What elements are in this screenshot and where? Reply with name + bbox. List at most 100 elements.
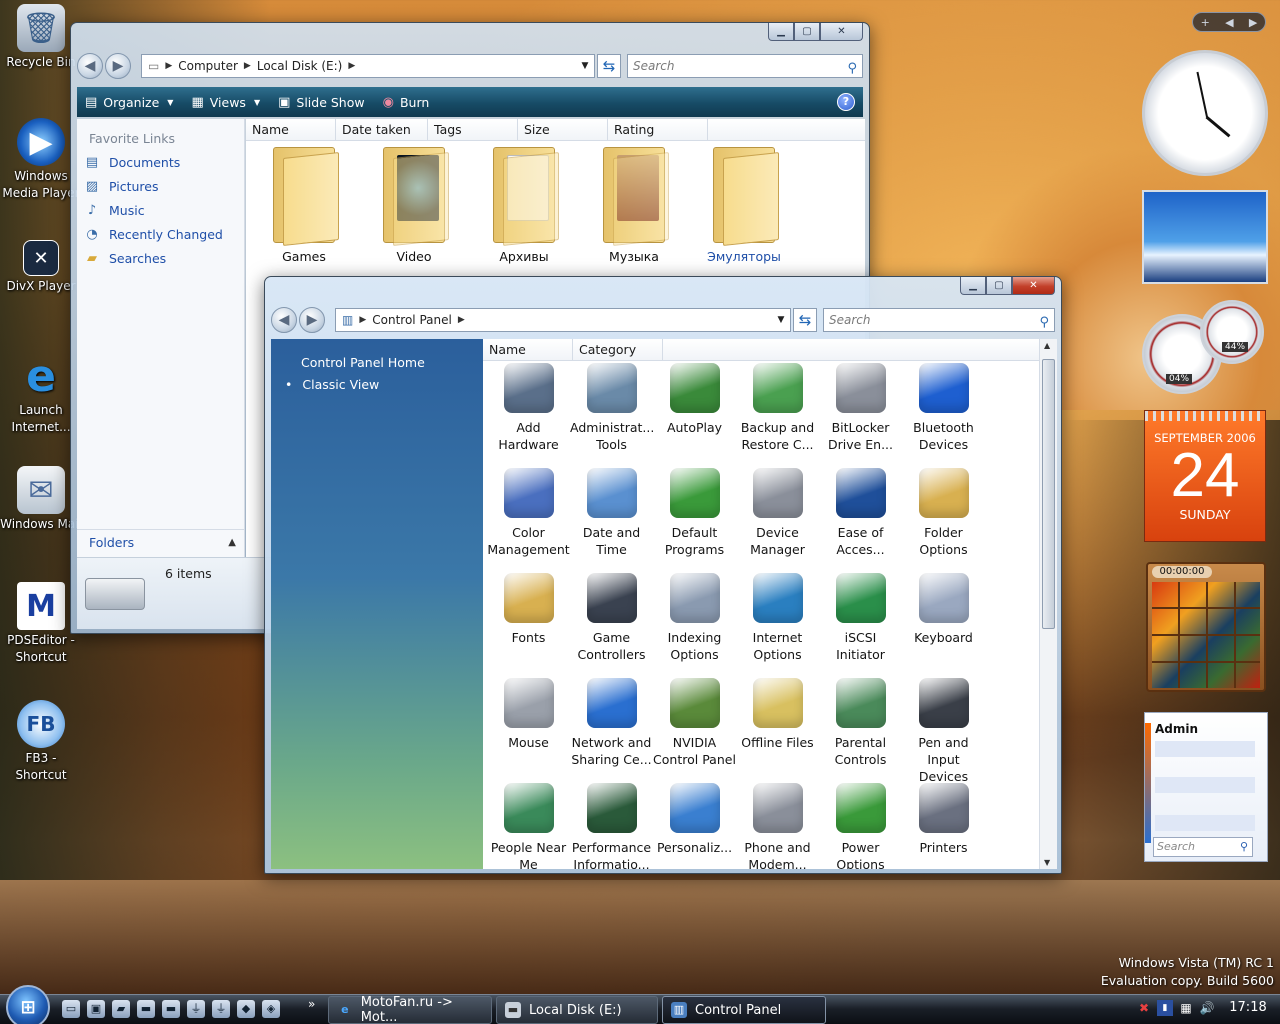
next-icon[interactable]: ▶: [1249, 16, 1257, 29]
column-header-name[interactable]: Name: [483, 339, 573, 360]
taskbar-button-control-panel[interactable]: ▥ Control Panel: [662, 996, 826, 1024]
control-panel-item[interactable]: Folder Options: [902, 468, 985, 558]
cpu-meter-gadget[interactable]: 04% 44%: [1142, 300, 1268, 396]
burn-button[interactable]: ◉ Burn: [383, 95, 430, 110]
quick-launch-drive-icon[interactable]: ▬: [137, 1000, 155, 1018]
control-panel-item[interactable]: Printers: [902, 783, 985, 856]
control-panel-item[interactable]: NVIDIA Control Panel: [653, 678, 736, 768]
contact-row[interactable]: [1155, 777, 1255, 793]
quick-launch-app-icon[interactable]: ◈: [262, 1000, 280, 1018]
organize-button[interactable]: ▤ Organize ▼: [85, 95, 173, 110]
control-panel-item[interactable]: iSCSI Initiator: [819, 573, 902, 663]
search-icon[interactable]: ⚲: [847, 58, 857, 80]
column-header-tags[interactable]: Tags: [428, 119, 518, 140]
quick-launch-drive-icon[interactable]: ▬: [162, 1000, 180, 1018]
vertical-scrollbar[interactable]: ▲ ▼: [1039, 339, 1057, 869]
control-panel-item[interactable]: Backup and Restore C...: [736, 363, 819, 453]
column-header-size[interactable]: Size: [518, 119, 608, 140]
control-panel-item[interactable]: Device Manager: [736, 468, 819, 558]
control-panel-item[interactable]: Internet Options: [736, 573, 819, 663]
control-panel-item[interactable]: Performance Informatio...: [570, 783, 653, 869]
minimize-button[interactable]: ▁: [768, 23, 794, 41]
control-panel-home-link[interactable]: Control Panel Home: [301, 355, 425, 370]
taskbar-button-local-disk[interactable]: ▬ Local Disk (E:): [496, 996, 658, 1024]
favorite-link-recently-changed[interactable]: ◔ Recently Changed: [77, 222, 244, 246]
control-panel-item[interactable]: Game Controllers: [570, 573, 653, 663]
refresh-icon[interactable]: ⇆: [793, 308, 817, 332]
contacts-search-input[interactable]: Search ⚲: [1153, 837, 1253, 857]
column-header-rating[interactable]: Rating: [608, 119, 708, 140]
maximize-button[interactable]: ▢: [986, 277, 1012, 295]
control-panel-item[interactable]: Bluetooth Devices: [902, 363, 985, 453]
language-icon[interactable]: ▮: [1157, 1000, 1173, 1016]
show-desktop-icon[interactable]: ▭: [62, 1000, 80, 1018]
minimize-button[interactable]: ▁: [960, 277, 986, 295]
quick-launch-usb-icon[interactable]: ⏚: [187, 1000, 205, 1018]
control-panel-item[interactable]: Mouse: [487, 678, 570, 751]
help-icon[interactable]: ?: [837, 93, 855, 111]
folder-item[interactable]: Video: [364, 147, 464, 264]
folder-item[interactable]: Музыка: [584, 147, 684, 264]
control-panel-item[interactable]: Date and Time: [570, 468, 653, 558]
taskbar-button-browser[interactable]: e MotoFan.ru -> Mot...: [328, 995, 492, 1024]
favorite-link-music[interactable]: ♪ Music: [77, 198, 244, 222]
switch-windows-icon[interactable]: ▣: [87, 1000, 105, 1018]
calendar-gadget[interactable]: SEPTEMBER 2006 24 SUNDAY: [1144, 410, 1266, 542]
control-panel-item[interactable]: Parental Controls: [819, 678, 902, 768]
column-header-date-taken[interactable]: Date taken: [336, 119, 428, 140]
scroll-up-icon[interactable]: ▲: [1044, 341, 1050, 350]
explorer-search-input[interactable]: Search ⚲: [627, 54, 863, 78]
scroll-down-icon[interactable]: ▼: [1044, 858, 1050, 867]
folder-item[interactable]: Games: [254, 147, 354, 264]
previous-icon[interactable]: ◀: [1225, 16, 1233, 29]
contacts-gadget[interactable]: Admin Search ⚲: [1144, 712, 1268, 862]
control-panel-address-bar[interactable]: ▥ ▶ Control Panel ▶ ▼: [335, 308, 791, 332]
control-panel-window[interactable]: ▁ ▢ ✕ ◀ ▶ ▥ ▶ Control Panel ▶ ▼ ⇆ Search…: [264, 276, 1062, 874]
contact-row[interactable]: [1155, 741, 1255, 757]
control-panel-item[interactable]: Phone and Modem...: [736, 783, 819, 869]
folders-toggle[interactable]: Folders ▲: [77, 529, 244, 555]
control-panel-item[interactable]: Fonts: [487, 573, 570, 646]
slideshow-gadget[interactable]: [1142, 190, 1268, 284]
quick-launch-usb-icon[interactable]: ⏚: [212, 1000, 230, 1018]
contact-row[interactable]: [1155, 815, 1255, 831]
favorite-link-pictures[interactable]: ▨ Pictures: [77, 174, 244, 198]
add-gadget-icon[interactable]: +: [1201, 16, 1210, 29]
control-panel-item[interactable]: Indexing Options: [653, 573, 736, 663]
control-panel-search-input[interactable]: Search ⚲: [823, 308, 1055, 332]
quick-launch-overflow-icon[interactable]: »: [308, 997, 315, 1011]
column-header-name[interactable]: Name: [246, 119, 336, 140]
clock-gadget[interactable]: [1142, 50, 1268, 176]
control-panel-item[interactable]: Pen and Input Devices: [902, 678, 985, 785]
network-icon[interactable]: ▦: [1178, 1000, 1194, 1016]
security-alert-icon[interactable]: ✖: [1136, 1000, 1152, 1016]
forward-button[interactable]: ▶: [299, 307, 325, 333]
control-panel-item[interactable]: Color Management: [487, 468, 570, 558]
clock[interactable]: 17:18: [1228, 1000, 1268, 1016]
forward-button[interactable]: ▶: [105, 53, 131, 79]
folder-item[interactable]: Эмуляторы: [694, 147, 794, 264]
control-panel-item[interactable]: Offline Files: [736, 678, 819, 751]
quick-launch-folder-icon[interactable]: ▰: [112, 1000, 130, 1018]
search-icon[interactable]: ⚲: [1240, 838, 1248, 856]
control-panel-item[interactable]: Add Hardware: [487, 363, 570, 453]
control-panel-item[interactable]: Personaliz...: [653, 783, 736, 856]
slideshow-button[interactable]: ▣ Slide Show: [278, 95, 365, 110]
control-panel-item[interactable]: Keyboard: [902, 573, 985, 646]
maximize-button[interactable]: ▢: [794, 23, 820, 41]
quick-launch-app-icon[interactable]: ◆: [237, 1000, 255, 1018]
control-panel-item[interactable]: Power Options: [819, 783, 902, 869]
picture-puzzle-gadget[interactable]: 00:00:00: [1146, 562, 1266, 692]
search-icon[interactable]: ⚲: [1039, 312, 1049, 334]
close-button[interactable]: ✕: [820, 23, 863, 41]
address-dropdown-icon[interactable]: ▼: [772, 315, 790, 325]
breadcrumb-control-panel[interactable]: Control Panel: [372, 313, 452, 327]
back-button[interactable]: ◀: [271, 307, 297, 333]
control-panel-item[interactable]: BitLocker Drive En...: [819, 363, 902, 453]
close-button[interactable]: ✕: [1012, 277, 1055, 295]
views-button[interactable]: ▦ Views ▼: [191, 95, 260, 110]
control-panel-item[interactable]: Network and Sharing Ce...: [570, 678, 653, 768]
folder-item[interactable]: Архивы: [474, 147, 574, 264]
back-button[interactable]: ◀: [77, 53, 103, 79]
desktop-icon-fb3[interactable]: FB FB3 - Shortcut: [0, 700, 82, 784]
